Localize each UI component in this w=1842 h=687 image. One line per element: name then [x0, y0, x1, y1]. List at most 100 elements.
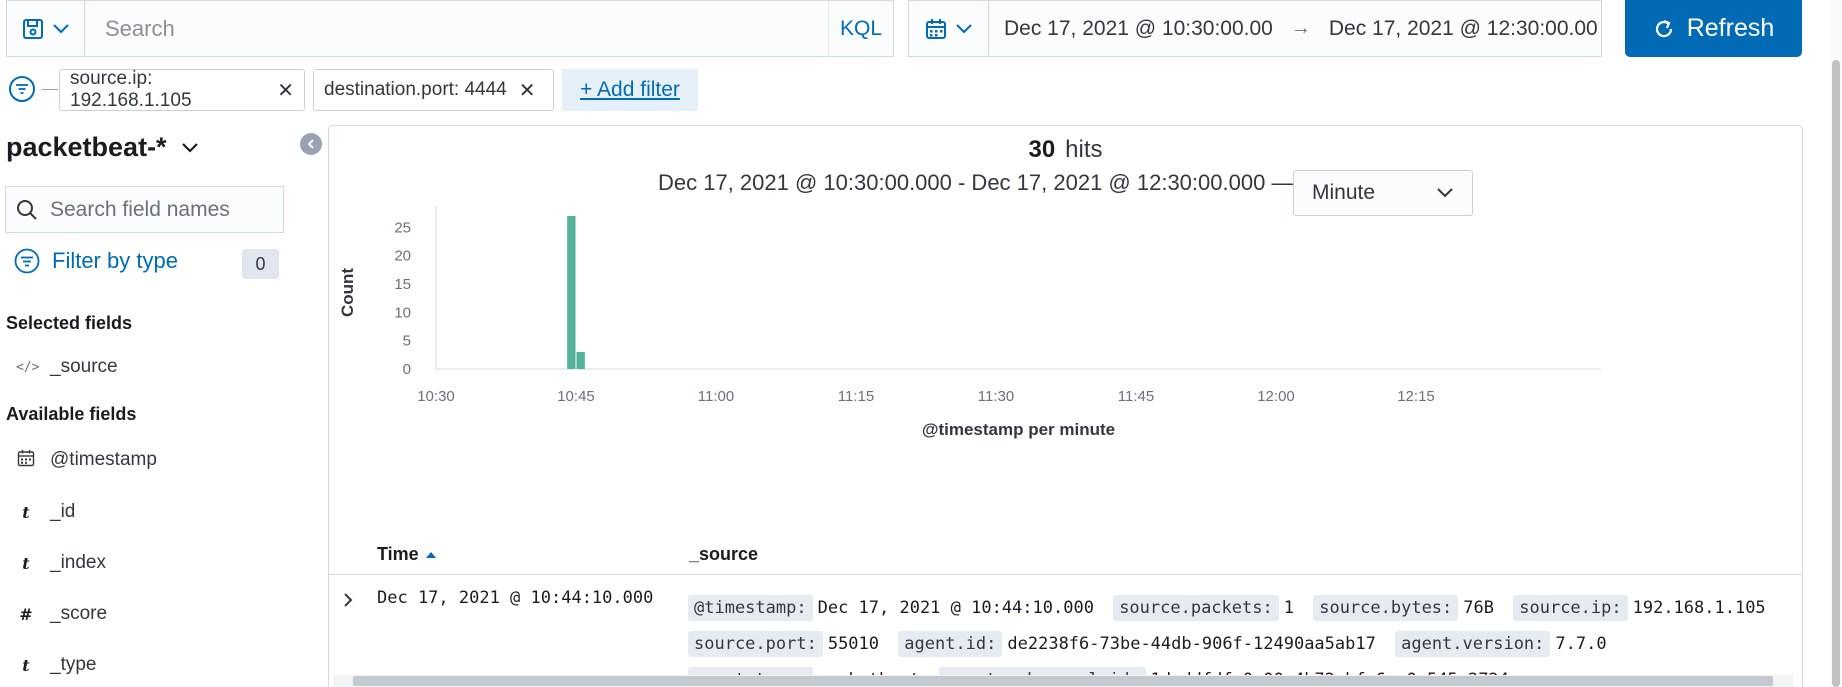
search-input[interactable]: Search — [84, 0, 829, 57]
code-icon: </> — [16, 359, 40, 375]
chevron-down-icon — [955, 23, 972, 33]
selected-fields-title: Selected fields — [6, 313, 133, 333]
y-tick-label: 0 — [403, 361, 411, 378]
filter-pill-destination-port[interactable]: destination.port: 4444 ✕ — [313, 69, 554, 111]
number-type-icon: # — [19, 604, 33, 624]
y-tick-label: 25 — [394, 219, 411, 236]
column-header-label: Time — [377, 544, 419, 564]
source-field-key: source.packets: — [1113, 595, 1279, 621]
vertical-scrollbar[interactable] — [1830, 0, 1842, 687]
horizontal-scrollbar[interactable] — [333, 675, 1793, 687]
column-header-source: _source — [689, 544, 759, 564]
filter-menu-button[interactable] — [9, 76, 35, 102]
refresh-label: Refresh — [1686, 14, 1775, 42]
source-field-value: 55010 — [827, 634, 880, 654]
index-pattern-selector[interactable]: packetbeat-* — [6, 132, 199, 163]
expand-row-icon[interactable] — [341, 591, 355, 609]
x-tick-label: 11:00 — [698, 388, 734, 405]
x-tick-label: 11:45 — [1118, 388, 1154, 405]
field-name: _index — [50, 552, 106, 573]
source-field-value: 76B — [1463, 598, 1494, 618]
source-field-value: 1 — [1283, 598, 1294, 618]
search-placeholder: Search — [105, 15, 175, 41]
field-name: _id — [50, 501, 76, 522]
refresh-button[interactable]: Refresh — [1625, 0, 1802, 57]
string-type-icon: t — [22, 502, 30, 522]
source-field-key: agent.id: — [898, 631, 1003, 657]
source-field: agent.version: 7.7.0 — [1395, 631, 1607, 657]
filter-type-count-badge: 0 — [242, 249, 279, 279]
source-field-key: source.bytes: — [1313, 595, 1459, 621]
discover-main-panel: 30 hits Dec 17, 2021 @ 10:30:00.000 - Dec… — [328, 125, 1803, 687]
scrollbar-thumb[interactable] — [353, 676, 1773, 686]
column-header-time[interactable]: Time — [377, 544, 437, 565]
field-name: _type — [50, 654, 97, 675]
y-tick-label: 5 — [403, 333, 411, 350]
row-source-fields: @timestamp: Dec 17, 2021 @ 10:44:10.000 s… — [688, 590, 1802, 687]
x-tick-label: 12:15 — [1397, 388, 1435, 405]
source-field: agent.id: de2238f6-73be-44db-906f-12490aa… — [898, 631, 1376, 657]
date-start[interactable]: Dec 17, 2021 @ 10:30:00.00 — [1004, 17, 1273, 41]
source-field-key: @timestamp: — [688, 595, 813, 621]
source-field: source.bytes: 76B — [1313, 595, 1494, 621]
quick-date-menu-button[interactable] — [908, 0, 988, 57]
field-name: @timestamp — [50, 449, 157, 470]
refresh-icon — [1655, 19, 1672, 37]
x-tick-label: 10:30 — [417, 388, 455, 405]
scrollbar-thumb[interactable] — [1832, 60, 1840, 687]
y-tick-label: 10 — [394, 304, 411, 321]
query-language-button[interactable]: KQL — [828, 0, 894, 57]
field-item-source[interactable]: </> _source — [16, 356, 118, 378]
field-item-type[interactable]: t _type — [16, 654, 96, 676]
histogram-chart[interactable]: 0 5 10 15 20 25 10:30 10:45 11:00 11:15 11:30 11:45… — [329, 126, 1803, 536]
field-item-score[interactable]: # _score — [16, 603, 107, 625]
arrow-right-icon: → — [1290, 17, 1311, 39]
x-tick-label: 11:30 — [978, 388, 1014, 405]
source-field: source.port: 55010 — [688, 631, 880, 657]
source-field-key: source.ip: — [1513, 595, 1628, 621]
calendar-icon — [16, 449, 36, 471]
sort-ascending-icon[interactable] — [425, 550, 437, 560]
source-field-value: Dec 17, 2021 @ 10:44:10.000 — [817, 598, 1094, 618]
calendar-icon — [925, 18, 946, 39]
histogram-bar[interactable] — [576, 352, 585, 369]
histogram-bar[interactable] — [567, 216, 576, 369]
string-type-icon: t — [22, 655, 30, 675]
filter-pill-source-ip[interactable]: source.ip: 192.168.1.105 ✕ — [59, 68, 305, 111]
source-field-key: agent.version: — [1395, 631, 1551, 657]
chevron-left-icon — [307, 139, 314, 149]
date-range-picker[interactable]: Dec 17, 2021 @ 10:30:00.00 → Dec 17, 202… — [988, 0, 1602, 57]
close-icon[interactable]: ✕ — [519, 78, 536, 103]
filter-by-type-button[interactable]: Filter by type — [14, 248, 178, 274]
add-filter-button[interactable]: + Add filter — [562, 69, 698, 111]
filter-icon — [16, 84, 28, 94]
date-end[interactable]: Dec 17, 2021 @ 12:30:00.00 — [1329, 17, 1598, 41]
field-item-timestamp[interactable]: @timestamp — [16, 449, 157, 471]
source-field: @timestamp: Dec 17, 2021 @ 10:44:10.000 — [688, 595, 1094, 621]
index-pattern-label: packetbeat-* — [6, 132, 167, 162]
x-tick-label: 10:45 — [557, 388, 595, 405]
field-name: _source — [50, 356, 118, 377]
table-header: Time _source — [329, 536, 1802, 575]
x-tick-label: 11:15 — [838, 388, 874, 405]
source-field-value: de2238f6-73be-44db-906f-12490aa5ab17 — [1007, 634, 1376, 654]
filter-pill-label: source.ip: 192.168.1.105 — [70, 68, 192, 111]
field-item-id[interactable]: t _id — [16, 501, 75, 523]
filter-divider — [42, 89, 58, 90]
x-axis-label: @timestamp per minute — [922, 420, 1115, 439]
close-icon[interactable]: ✕ — [277, 78, 294, 103]
source-field: source.packets: 1 — [1113, 595, 1294, 621]
search-icon — [17, 199, 37, 220]
saved-query-button[interactable] — [6, 0, 84, 57]
source-field-value: 7.7.0 — [1555, 634, 1607, 654]
collapse-sidebar-button[interactable] — [300, 133, 322, 155]
y-tick-label: 15 — [394, 276, 411, 293]
field-name: _score — [50, 603, 108, 624]
save-icon — [22, 18, 43, 39]
field-item-index[interactable]: t _index — [16, 552, 106, 574]
chevron-down-icon — [52, 23, 69, 33]
field-search-input[interactable]: Search field names — [5, 186, 284, 233]
field-search-placeholder: Search field names — [50, 197, 230, 221]
y-tick-label: 20 — [394, 248, 411, 265]
string-type-icon: t — [22, 553, 30, 573]
